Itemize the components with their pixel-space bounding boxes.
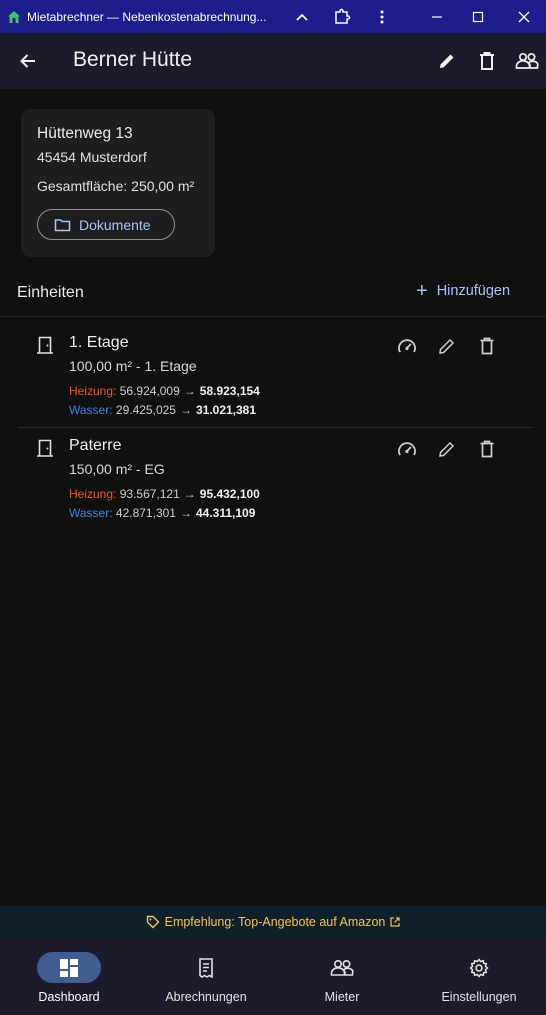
- water-to-value: 31.021,381: [195, 403, 257, 417]
- nav-label: Einstellungen: [441, 990, 517, 1004]
- nav-label: Dashboard: [38, 990, 100, 1004]
- trash-icon: [480, 52, 494, 70]
- property-card: Hüttenweg 13 45454 Musterdorf Gesamtfläc…: [21, 109, 215, 257]
- people-icon: [330, 959, 354, 976]
- water-from-value: 29.425,025: [115, 403, 176, 417]
- tag-icon: [146, 915, 160, 929]
- app-house-icon: [8, 10, 20, 23]
- collapse-button[interactable]: [282, 0, 322, 33]
- property-area: Gesamtfläche: 250,00 m²: [37, 178, 195, 194]
- add-unit-button[interactable]: + Hinzufügen: [416, 280, 511, 302]
- window-title: Mietabrechner — Nebenkostenabrechnung...: [27, 9, 267, 24]
- more-vert-icon: [380, 10, 384, 23]
- minimize-button[interactable]: [417, 0, 457, 33]
- nav-item-abrechnungen[interactable]: Abrechnungen: [153, 938, 259, 1015]
- arrow-right-icon: →: [183, 384, 196, 398]
- water-from-value: 42.871,301: [115, 506, 176, 520]
- unit-name: Paterre: [69, 437, 122, 454]
- nav-label: Mieter: [324, 990, 360, 1004]
- arrow-right-icon: →: [183, 487, 196, 501]
- more-menu-button[interactable]: [362, 0, 402, 33]
- delete-property-button[interactable]: [473, 47, 501, 75]
- add-unit-label: Hinzufügen: [436, 283, 511, 299]
- extensions-button[interactable]: [322, 0, 362, 33]
- people-icon: [515, 52, 539, 69]
- door-icon: [37, 439, 53, 457]
- back-button[interactable]: [14, 47, 42, 75]
- trash-icon: [480, 337, 494, 355]
- unit-name: 1. Etage: [69, 334, 129, 351]
- close-icon: [518, 11, 530, 22]
- minimize-icon: [432, 15, 442, 18]
- nav-icon-slot: [447, 952, 511, 983]
- edit-unit-button[interactable]: [435, 334, 459, 358]
- meter-readings-button[interactable]: [395, 437, 419, 461]
- promo-banner-text: Empfehlung: Top-Angebote auf Amazon: [164, 915, 386, 929]
- pencil-icon: [440, 54, 454, 68]
- nav-icon-slot: [174, 952, 238, 983]
- close-window-button[interactable]: [504, 0, 544, 33]
- nav-label: Abrechnungen: [165, 990, 247, 1004]
- water-to-value: 44.311,109: [195, 506, 256, 520]
- main-content: Hüttenweg 13 45454 Musterdorf Gesamtfläc…: [0, 89, 546, 906]
- edit-property-button[interactable]: [433, 47, 461, 75]
- edit-unit-button[interactable]: [435, 437, 459, 461]
- heating-label: Heizung:: [69, 384, 117, 398]
- speedometer-icon: [398, 442, 416, 456]
- heating-to-value: 58.923,154: [199, 384, 260, 398]
- page-title: Berner Hütte: [73, 48, 193, 71]
- receipt-icon: [199, 957, 213, 978]
- heating-label: Heizung:: [69, 487, 117, 501]
- bottom-navigation: Dashboard Abrechnungen Mieter Einstellun…: [0, 938, 546, 1015]
- dashboard-icon: [60, 958, 78, 977]
- delete-unit-button[interactable]: [475, 437, 499, 461]
- documents-button[interactable]: Dokumente: [37, 209, 175, 240]
- chevron-up-icon: [296, 13, 308, 21]
- maximize-icon: [472, 11, 484, 22]
- property-city: 45454 Musterdorf: [37, 149, 147, 165]
- heating-meter-row: Heizung: 56.924,009 → 58.923,154: [69, 384, 260, 398]
- nav-active-indicator: [37, 952, 101, 983]
- water-label: Wasser:: [69, 506, 113, 520]
- app-bar: Berner Hütte: [0, 33, 546, 89]
- arrow-right-icon: →: [179, 403, 192, 417]
- arrow-back-icon: [20, 54, 35, 68]
- nav-item-einstellungen[interactable]: Einstellungen: [430, 938, 528, 1015]
- window-titlebar: Mietabrechner — Nebenkostenabrechnung...: [0, 0, 546, 33]
- unit-description: 100,00 m² - 1. Etage: [69, 358, 197, 374]
- pencil-icon: [439, 338, 455, 354]
- heating-meter-row: Heizung: 93.567,121 → 95.432,100: [69, 487, 260, 501]
- water-meter-row: Wasser: 42.871,301 → 44.311,109: [69, 506, 255, 520]
- delete-unit-button[interactable]: [475, 334, 499, 358]
- tenants-button[interactable]: [513, 47, 541, 75]
- section-divider: [0, 316, 546, 317]
- heating-from-value: 56.924,009: [119, 384, 180, 398]
- plus-icon: +: [416, 280, 428, 302]
- heating-to-value: 95.432,100: [199, 487, 260, 501]
- arrow-right-icon: →: [179, 506, 192, 520]
- property-street: Hüttenweg 13: [37, 125, 133, 142]
- nav-icon-slot: [310, 952, 374, 983]
- water-label: Wasser:: [69, 403, 113, 417]
- pencil-icon: [439, 441, 455, 457]
- nav-item-mieter[interactable]: Mieter: [302, 938, 382, 1015]
- speedometer-icon: [398, 339, 416, 353]
- heating-from-value: 93.567,121: [119, 487, 180, 501]
- promo-banner-link[interactable]: Empfehlung: Top-Angebote auf Amazon: [0, 906, 546, 938]
- unit-list-item[interactable]: Paterre 150,00 m² - EG Heizung: 93.567,1…: [0, 428, 546, 530]
- gear-icon: [469, 957, 489, 978]
- door-icon: [37, 336, 53, 354]
- maximize-button[interactable]: [458, 0, 498, 33]
- folder-icon: [54, 218, 71, 231]
- units-section-title: Einheiten: [17, 284, 84, 301]
- nav-item-dashboard[interactable]: Dashboard: [22, 938, 116, 1015]
- unit-list-item[interactable]: 1. Etage 100,00 m² - 1. Etage Heizung: 5…: [0, 325, 546, 427]
- water-meter-row: Wasser: 29.425,025 → 31.021,381: [69, 403, 256, 417]
- open-in-new-icon: [390, 917, 400, 927]
- puzzle-icon: [335, 8, 351, 24]
- unit-description: 150,00 m² - EG: [69, 461, 165, 477]
- documents-label: Dokumente: [79, 216, 151, 233]
- meter-readings-button[interactable]: [395, 334, 419, 358]
- trash-icon: [480, 440, 494, 458]
